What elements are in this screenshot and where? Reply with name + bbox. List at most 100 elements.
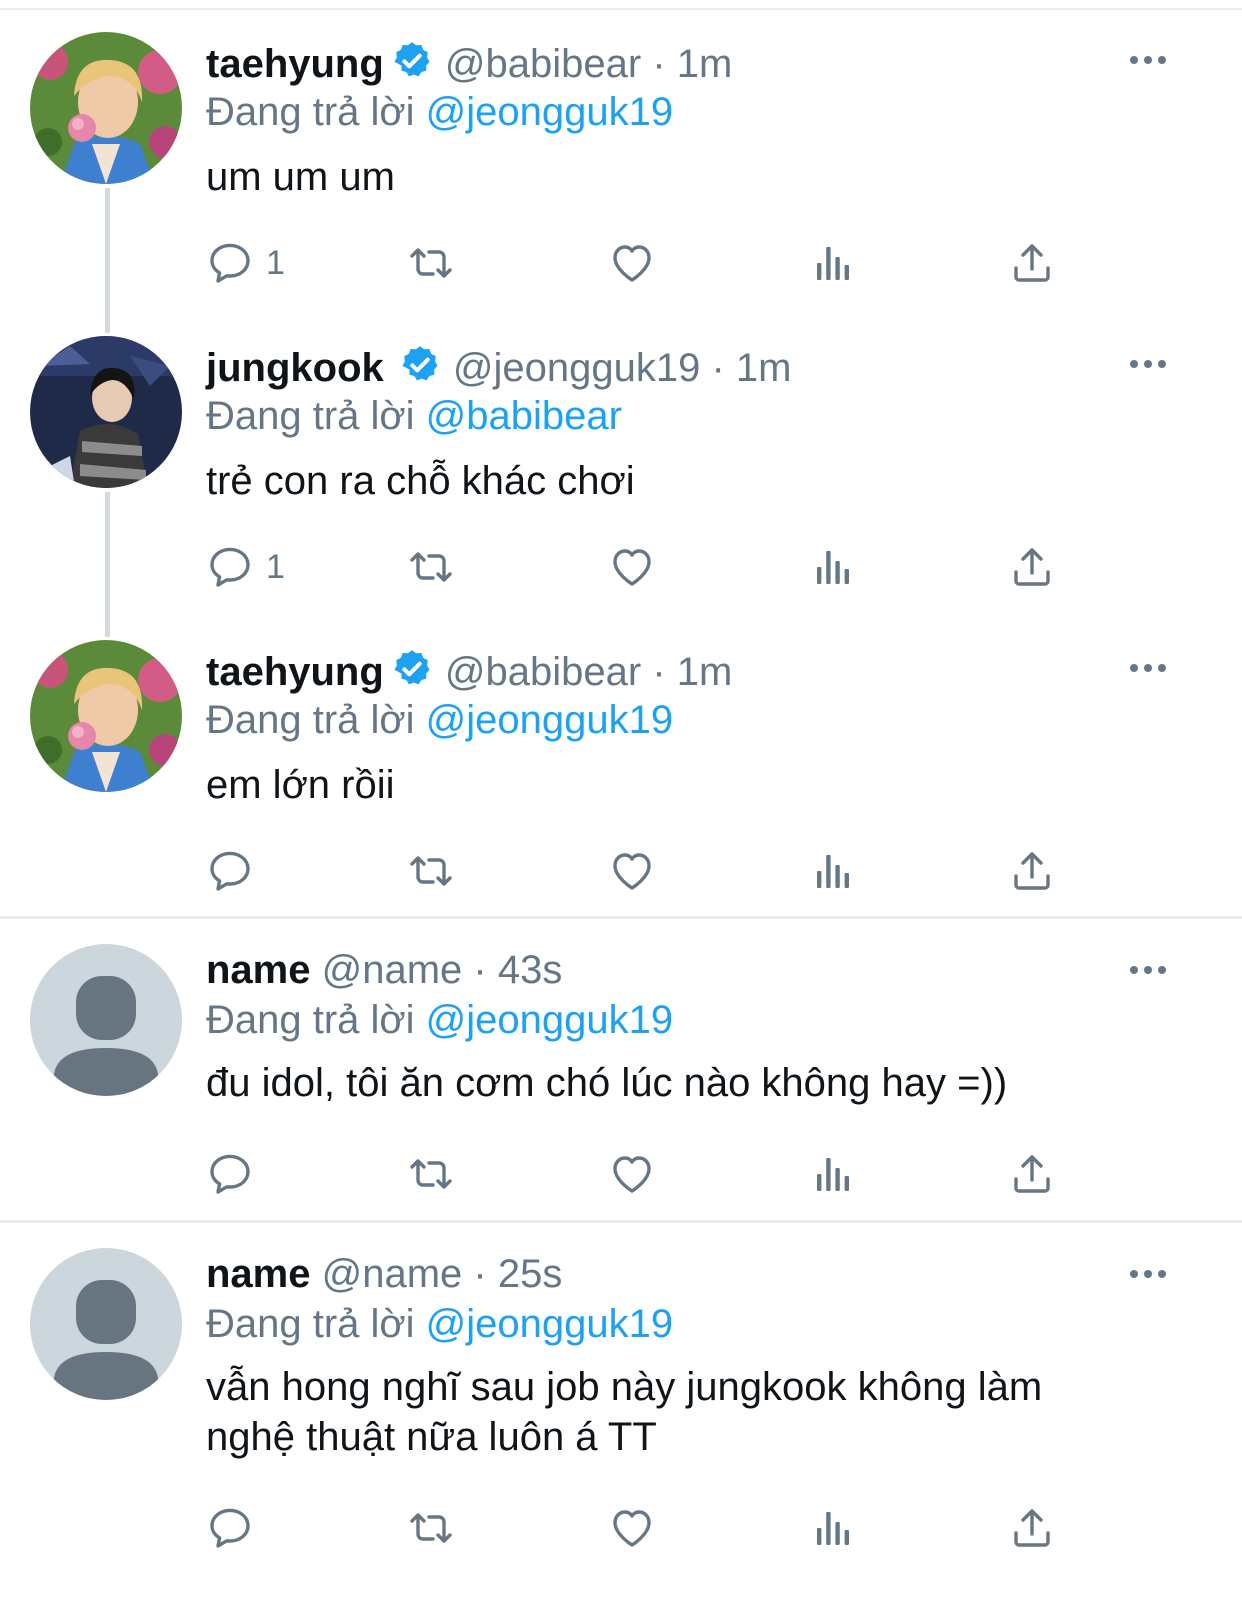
analytics-icon [809,1150,857,1198]
handle[interactable]: @jeongguk19 [453,346,700,390]
tweet-text: trẻ con ra chỗ khác chơi [206,459,635,503]
retweet-button[interactable] [407,542,455,592]
more-icon[interactable] [1128,354,1168,374]
share-icon [1008,1150,1056,1198]
action-bar [0,1503,1242,1553]
top-divider [0,8,1242,10]
reply-icon [206,239,254,287]
replying-to: Đang trả lời @jeongguk19 [206,1300,1106,1348]
handle[interactable]: @babibear [445,42,641,86]
replying-to-label: Đang trả lời [206,90,415,134]
analytics-icon [809,543,857,591]
analytics-button[interactable] [809,1503,857,1553]
heart-icon [608,847,656,895]
retweet-icon [407,1504,455,1552]
timestamp[interactable]: · 1m [712,346,792,390]
retweet-icon [407,1150,455,1198]
like-button[interactable] [608,1149,656,1199]
timestamp[interactable]: · 25s [473,1252,562,1296]
timestamp[interactable]: · 1m [652,42,732,86]
analytics-button[interactable] [809,238,857,288]
analytics-icon [809,1504,857,1552]
timestamp[interactable]: · 43s [473,948,562,992]
replying-to: Đang trả lời @jeongguk19 [206,996,1106,1044]
retweet-icon [407,239,455,287]
reply-button[interactable] [206,1149,266,1199]
replying-to: Đang trả lời @babibear [206,392,1106,440]
analytics-icon [809,239,857,287]
heart-icon [608,543,656,591]
heart-icon [608,1504,656,1552]
timestamp[interactable]: · 1m [652,650,732,694]
heart-icon [608,239,656,287]
taehyung-photo [30,640,182,792]
display-name[interactable]: name [206,948,311,992]
retweet-button[interactable] [407,1503,455,1553]
more-icon[interactable] [1128,960,1168,980]
analytics-button[interactable] [809,1149,857,1199]
reply-count: 1 [266,243,285,282]
action-bar: 1 [0,238,1242,288]
like-button[interactable] [608,238,656,288]
avatar[interactable] [30,944,182,1096]
more-icon[interactable] [1128,1264,1168,1284]
share-button[interactable] [1008,238,1056,288]
heart-icon [608,1150,656,1198]
avatar[interactable] [30,336,182,488]
default-avatar [30,944,182,1096]
mention-link[interactable]: @jeongguk19 [426,698,673,742]
avatar[interactable] [30,32,182,184]
handle[interactable]: @babibear [445,650,641,694]
like-button[interactable] [608,1503,656,1553]
more-icon[interactable] [1128,658,1168,678]
reply-button[interactable]: 1 [206,238,285,288]
display-name[interactable]: taehyung [206,650,384,694]
action-bar [0,1149,1242,1199]
display-name[interactable]: name [206,1252,311,1296]
reply-icon [206,1150,254,1198]
reply-button[interactable]: 1 [206,542,285,592]
handle[interactable]: @name [322,1252,463,1296]
analytics-icon [809,847,857,895]
avatar[interactable] [30,1248,182,1400]
retweet-button[interactable] [407,1149,455,1199]
display-name[interactable]: taehyung [206,42,384,86]
tweet-divider [0,1220,1242,1223]
replying-to-label: Đang trả lời [206,394,415,438]
mention-link[interactable]: @babibear [426,394,622,438]
mention-link[interactable]: @jeongguk19 [426,998,673,1042]
more-icon[interactable] [1128,50,1168,70]
replying-to-label: Đang trả lời [206,698,415,742]
replying-to: Đang trả lời @jeongguk19 [206,88,1106,136]
reply-button[interactable] [206,846,266,896]
default-avatar [30,1248,182,1400]
share-button[interactable] [1008,846,1056,896]
mention-link[interactable]: @jeongguk19 [426,90,673,134]
verified-badge-icon [398,343,442,387]
like-button[interactable] [608,846,656,896]
handle[interactable]: @name [322,948,463,992]
avatar[interactable] [30,640,182,792]
retweet-button[interactable] [407,846,455,896]
mention-link[interactable]: @jeongguk19 [426,1302,673,1346]
tweet-divider [0,916,1242,919]
taehyung-photo [30,32,182,184]
reply-button[interactable] [206,1503,266,1553]
replying-to-label: Đang trả lời [206,998,415,1042]
reply-icon [206,1504,254,1552]
replying-to: Đang trả lời @jeongguk19 [206,696,1106,744]
display-name[interactable]: jungkook [206,346,384,390]
jungkook-photo [30,336,182,488]
analytics-button[interactable] [809,542,857,592]
reply-count: 1 [266,547,285,586]
retweet-button[interactable] [407,238,455,288]
tweet-text: em lớn rồii [206,763,395,807]
share-button[interactable] [1008,1503,1056,1553]
share-button[interactable] [1008,1149,1056,1199]
verified-badge-icon [390,39,434,83]
share-button[interactable] [1008,542,1056,592]
analytics-button[interactable] [809,846,857,896]
like-button[interactable] [608,542,656,592]
tweet-text: vẫn hong nghĩ sau job này jungkook không… [206,1365,1043,1459]
share-icon [1008,847,1056,895]
